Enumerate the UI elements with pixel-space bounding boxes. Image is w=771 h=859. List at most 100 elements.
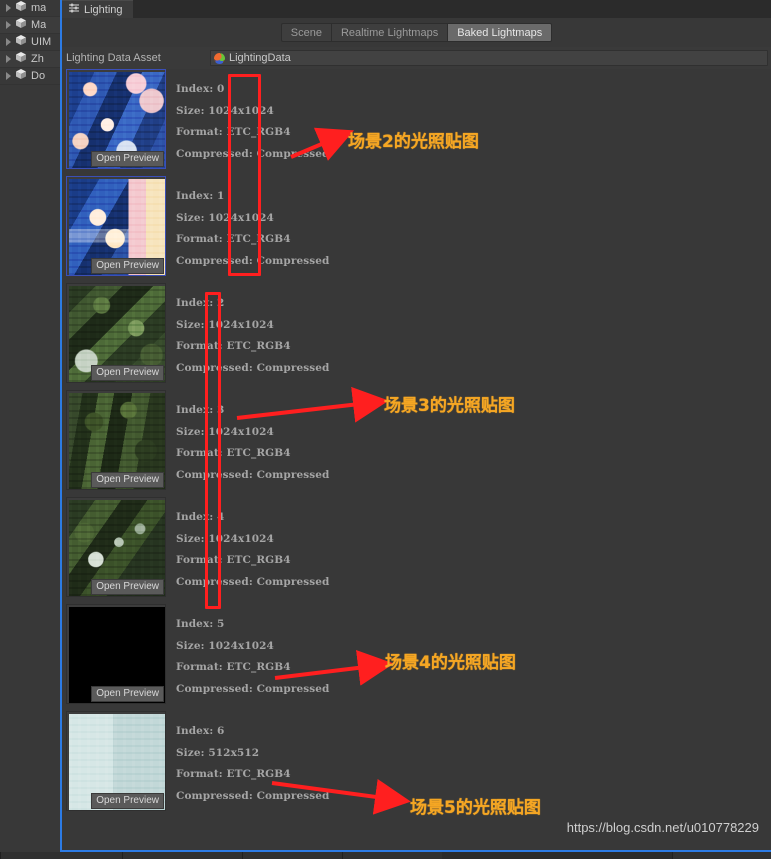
lightmap-index: Index: 2 — [176, 297, 225, 309]
lightmap-size: Size: 1024x1024 — [176, 639, 274, 652]
lightmap-metadata: Index: 6 Size: 512x512 Format: ETC_RGB4 … — [176, 721, 329, 807]
status-cell — [0, 852, 122, 859]
lightmap-size: Size: 1024x1024 — [176, 318, 274, 331]
hierarchy-item-1[interactable]: Ma — [0, 17, 60, 34]
lighting-data-asset-field[interactable]: LightingData — [210, 50, 768, 66]
hierarchy-item-label: Ma — [31, 19, 47, 31]
lightmap-metadata: Index: 4 Size: 1024x1024 Format: ETC_RGB… — [176, 507, 329, 593]
lightmap-thumbnail-0[interactable]: Open Preview — [66, 69, 166, 169]
lighting-data-asset-label: Lighting Data Asset — [66, 52, 161, 64]
lighting-data-asset-value: LightingData — [229, 52, 291, 64]
lightmap-index: Index: 1 — [176, 190, 225, 202]
prefab-cube-icon — [15, 33, 27, 51]
prefab-cube-icon — [15, 67, 27, 85]
lightmap-thumbnail-3[interactable]: Open Preview — [66, 390, 166, 490]
lightmap-thumbnail-5[interactable]: Open Preview — [66, 604, 166, 704]
open-preview-button[interactable]: Open Preview — [91, 151, 164, 167]
lightmap-compressed: Compressed: Compressed — [176, 147, 330, 160]
lightmap-index: Index: 6 — [176, 725, 225, 737]
lighting-data-asset-row: Lighting Data Asset LightingData — [62, 47, 771, 69]
chevron-right-icon[interactable] — [6, 55, 11, 63]
tab-label: Lighting — [84, 3, 123, 16]
hierarchy-item-4[interactable]: Do — [0, 68, 60, 85]
status-cell — [672, 852, 771, 859]
lightmap-preview-image: Open Preview — [69, 286, 165, 382]
lighting-window: Lighting Scene Realtime Lightmaps Baked … — [60, 0, 771, 852]
hierarchy-item-3[interactable]: Zh — [0, 51, 60, 68]
hierarchy-item-label: UIM — [31, 36, 52, 48]
hierarchy-panel: ma Ma UIM Zh Do — [0, 0, 60, 859]
table-row[interactable]: Open Preview Index: 0 Size: 1024x1024 Fo… — [62, 69, 771, 176]
unity-editor-screenshot: ma Ma UIM Zh Do Lighting Scene Realtime … — [0, 0, 771, 859]
prefab-cube-icon — [15, 0, 27, 17]
lighting-settings-icon — [68, 1, 80, 19]
bottom-status-strip — [0, 852, 771, 859]
open-preview-button[interactable]: Open Preview — [91, 686, 164, 702]
baked-lightmaps-list: Open Preview Index: 0 Size: 1024x1024 Fo… — [62, 69, 771, 850]
lightmap-metadata: Index: 5 Size: 1024x1024 Format: ETC_RGB… — [176, 614, 329, 700]
lightmap-preview-image: Open Preview — [69, 500, 165, 596]
lightmap-thumbnail-1[interactable]: Open Preview — [66, 176, 166, 276]
segmented-control: Scene Realtime Lightmaps Baked Lightmaps — [280, 23, 553, 42]
lightmap-index: Index: 3 — [176, 404, 225, 416]
lightmap-size: Size: 512x512 — [176, 746, 260, 759]
lightmap-thumbnail-4[interactable]: Open Preview — [66, 497, 166, 597]
lightmap-index: Index: 5 — [176, 618, 225, 630]
hierarchy-item-2[interactable]: UIM — [0, 34, 60, 51]
tab-baked-lightmaps[interactable]: Baked Lightmaps — [447, 23, 553, 42]
tab-lighting[interactable]: Lighting — [62, 0, 133, 18]
lightmap-format: Format: ETC_RGB4 — [176, 233, 291, 245]
open-preview-button[interactable]: Open Preview — [91, 793, 164, 809]
lightmap-compressed: Compressed: Compressed — [176, 468, 330, 481]
hierarchy-empty-area — [0, 90, 60, 859]
open-preview-button[interactable]: Open Preview — [91, 365, 164, 381]
lightmap-metadata: Index: 2 Size: 1024x1024 Format: ETC_RGB… — [176, 293, 329, 379]
lightmap-format: Format: ETC_RGB4 — [176, 554, 291, 566]
lightmap-format: Format: ETC_RGB4 — [176, 447, 291, 459]
lightmap-index: Index: 0 — [176, 83, 225, 95]
table-row[interactable]: Open Preview Index: 6 Size: 512x512 Form… — [62, 711, 771, 818]
lightmap-size: Size: 1024x1024 — [176, 425, 274, 438]
lightmap-preview-image: Open Preview — [69, 179, 165, 275]
lightmap-compressed: Compressed: Compressed — [176, 361, 330, 374]
table-row[interactable]: Open Preview Index: 2 Size: 1024x1024 Fo… — [62, 283, 771, 390]
table-row[interactable]: Open Preview Index: 5 Size: 1024x1024 Fo… — [62, 604, 771, 711]
lightmap-metadata: Index: 0 Size: 1024x1024 Format: ETC_RGB… — [176, 79, 329, 165]
chevron-right-icon[interactable] — [6, 38, 11, 46]
lightmap-index: Index: 4 — [176, 511, 225, 523]
table-row[interactable]: Open Preview Index: 4 Size: 1024x1024 Fo… — [62, 497, 771, 604]
hierarchy-item-label: ma — [31, 2, 47, 14]
hierarchy-item-label: Do — [31, 70, 46, 82]
chevron-right-icon[interactable] — [6, 21, 11, 29]
prefab-cube-icon — [15, 16, 27, 34]
lightmap-preview-image: Open Preview — [69, 607, 165, 703]
table-row[interactable]: Open Preview Index: 3 Size: 1024x1024 Fo… — [62, 390, 771, 497]
chevron-right-icon[interactable] — [6, 72, 11, 80]
chevron-right-icon[interactable] — [6, 4, 11, 12]
prefab-cube-icon — [15, 50, 27, 68]
lightmap-size: Size: 1024x1024 — [176, 104, 274, 117]
open-preview-button[interactable]: Open Preview — [91, 258, 164, 274]
lightmap-compressed: Compressed: Compressed — [176, 575, 330, 588]
window-tabstrip: Lighting — [62, 0, 771, 18]
lightmap-preview-image: Open Preview — [69, 393, 165, 489]
hierarchy-item-label: Zh — [31, 53, 44, 65]
lightmap-preview-image: Open Preview — [69, 72, 165, 168]
lightmap-metadata: Index: 3 Size: 1024x1024 Format: ETC_RGB… — [176, 400, 329, 486]
lighting-panel: Scene Realtime Lightmaps Baked Lightmaps… — [62, 18, 771, 850]
lightmap-size: Size: 1024x1024 — [176, 211, 274, 224]
tab-scene[interactable]: Scene — [280, 23, 331, 42]
open-preview-button[interactable]: Open Preview — [91, 472, 164, 488]
lightmap-format: Format: ETC_RGB4 — [176, 340, 291, 352]
lightmap-thumbnail-6[interactable]: Open Preview — [66, 711, 166, 811]
lightmap-size: Size: 1024x1024 — [176, 532, 274, 545]
lightmap-metadata: Index: 1 Size: 1024x1024 Format: ETC_RGB… — [176, 186, 329, 272]
status-cell — [242, 852, 342, 859]
hierarchy-item-0[interactable]: ma — [0, 0, 60, 17]
open-preview-button[interactable]: Open Preview — [91, 579, 164, 595]
lightmap-thumbnail-2[interactable]: Open Preview — [66, 283, 166, 383]
table-row[interactable]: Open Preview Index: 1 Size: 1024x1024 Fo… — [62, 176, 771, 283]
tab-realtime-lightmaps[interactable]: Realtime Lightmaps — [330, 23, 448, 42]
lighting-data-asset-icon — [214, 52, 225, 64]
lightmap-format: Format: ETC_RGB4 — [176, 768, 291, 780]
